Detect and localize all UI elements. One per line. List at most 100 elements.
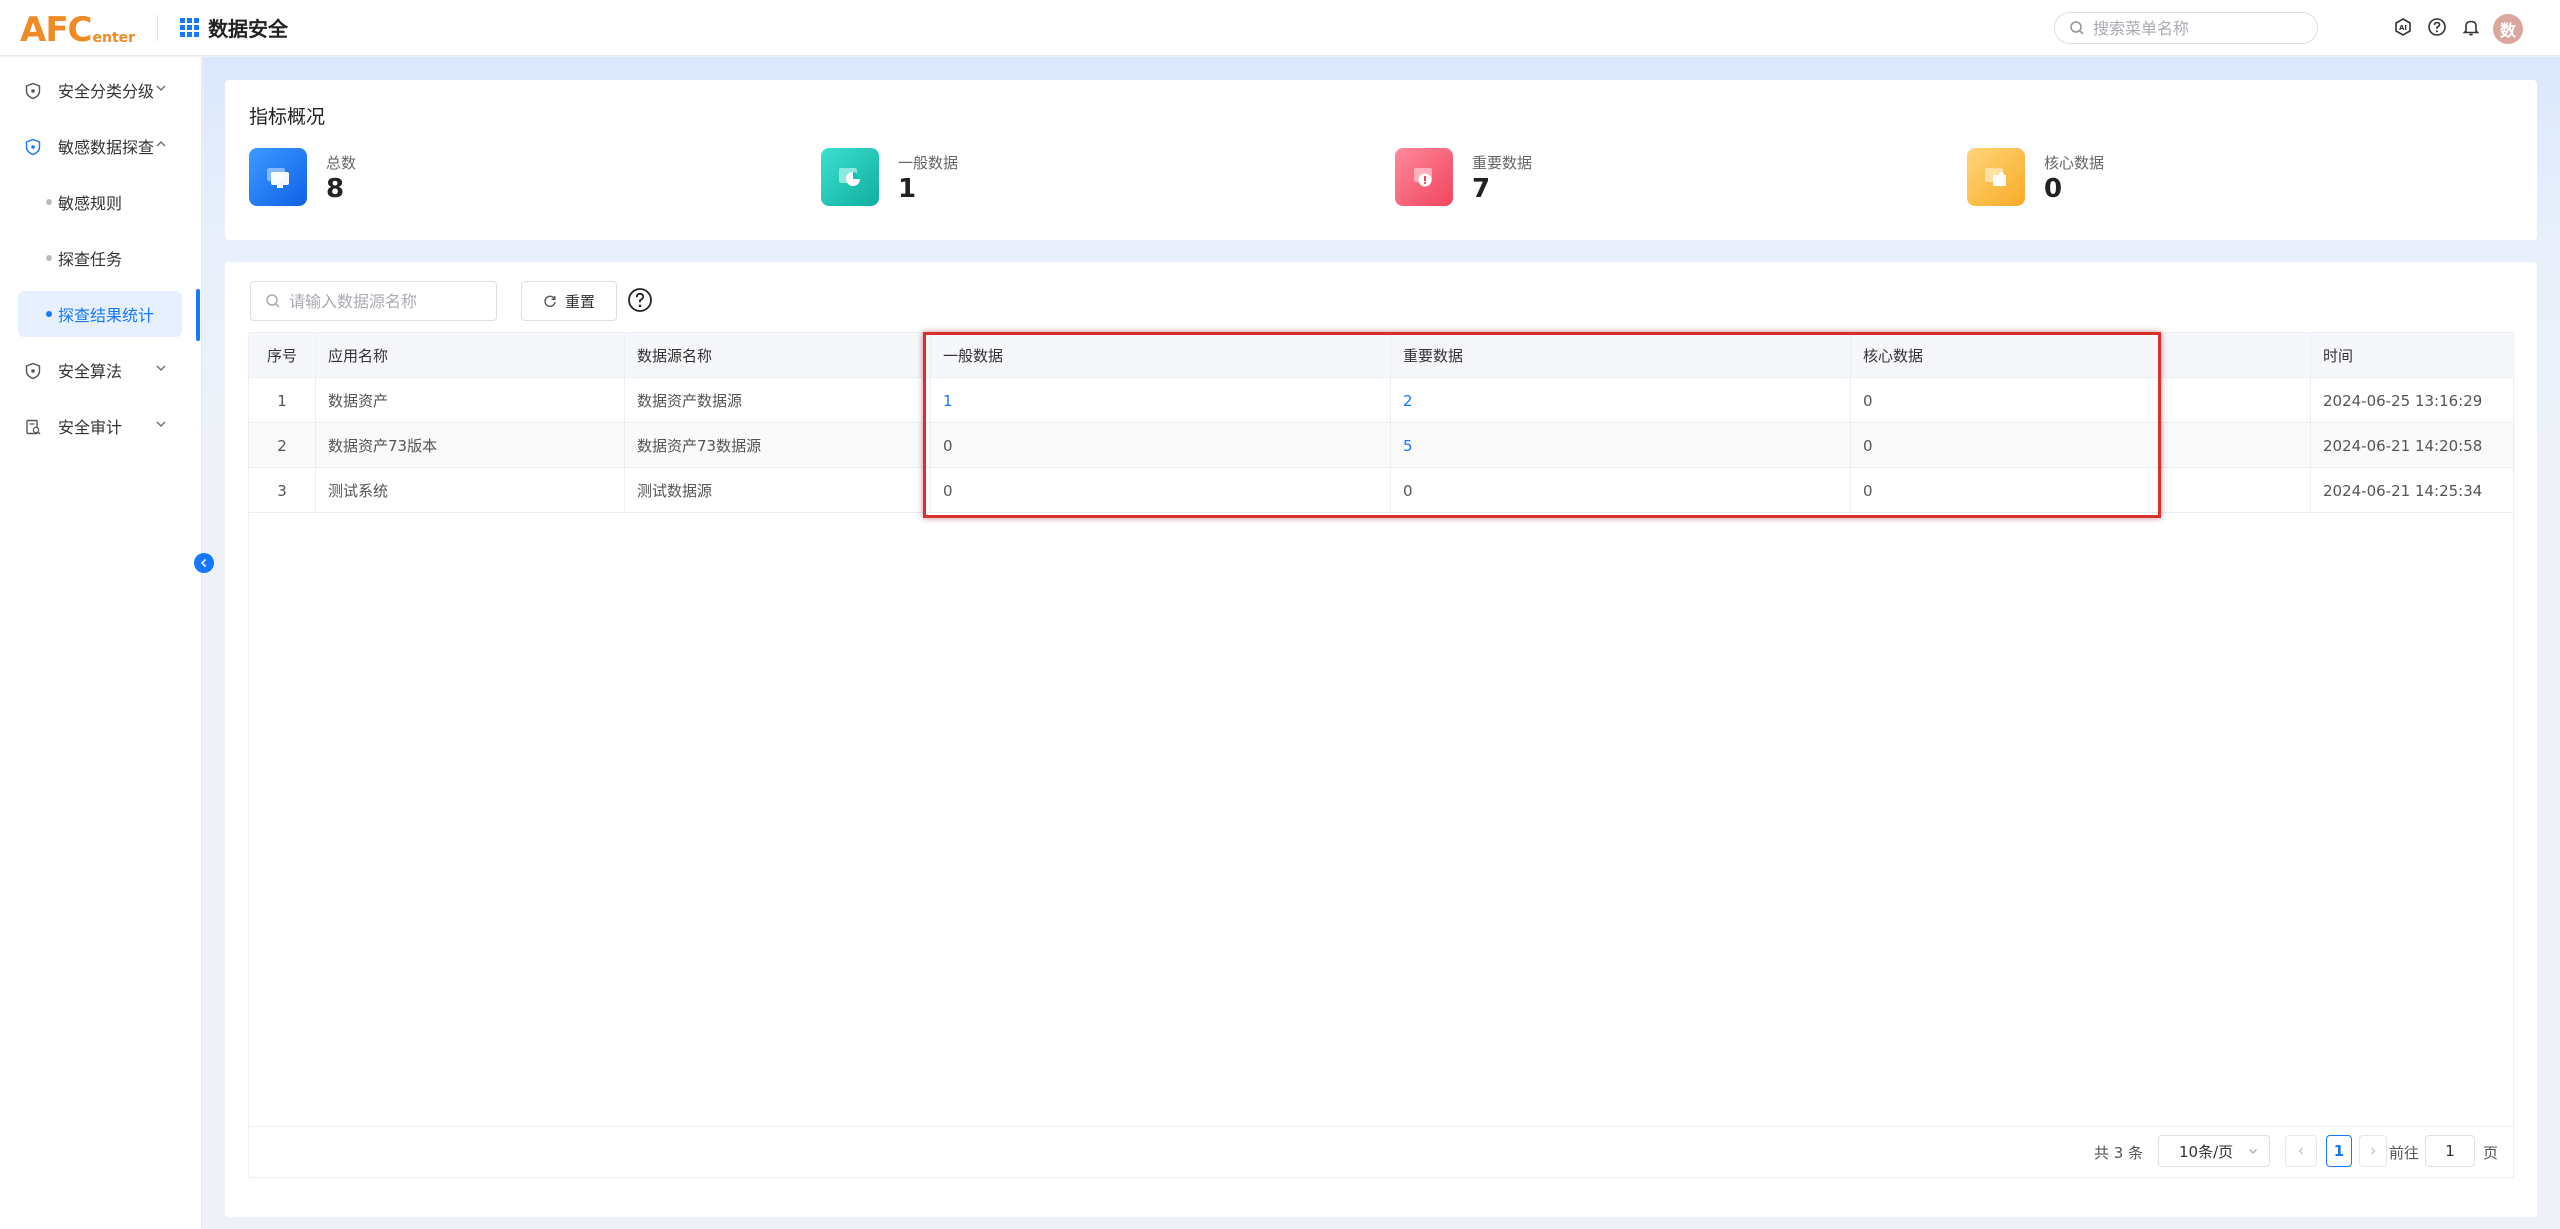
sidebar-item-label: 安全审计 (58, 418, 123, 437)
sidebar-subitem-label: 敏感规则 (58, 194, 123, 213)
logo-sub-text: enter (92, 29, 136, 46)
results-card: 重置 序号 应用名称 数据源名称 一般数据 重要数据 核心数据 时间 1 数据资… (225, 262, 2537, 1217)
sidebar-item-algorithm[interactable]: 安全算法 (0, 347, 202, 393)
audit-icon (26, 419, 41, 435)
sidebar-item-classification[interactable]: 安全分类分级 (0, 67, 202, 113)
bell-icon[interactable] (2460, 16, 2482, 38)
menu-search[interactable] (2054, 12, 2318, 44)
cell-index: 1 (249, 378, 316, 423)
bullet-dot (46, 311, 52, 317)
shield-icon (25, 362, 41, 380)
top-header: AFC enter 数据安全 AI 数 (0, 0, 2560, 56)
table-row: 1 数据资产 数据资产数据源 1 2 0 2024-06-25 13:16:29 (249, 378, 2513, 423)
table-header-row: 序号 应用名称 数据源名称 一般数据 重要数据 核心数据 时间 (249, 333, 2513, 378)
cell-app-name: 数据资产 (316, 378, 625, 423)
goto-page-input[interactable] (2425, 1135, 2475, 1167)
sidebar-item-label: 安全算法 (58, 362, 123, 381)
cell-time: 2024-06-21 14:25:34 (2323, 481, 2483, 500)
menu-search-input[interactable] (2093, 18, 2303, 38)
overview-title: 指标概况 (249, 106, 326, 128)
cell-app-name: 数据资产73版本 (316, 423, 625, 468)
sidebar-subitem-rules[interactable]: 敏感规则 (18, 179, 182, 225)
header-divider (157, 14, 159, 41)
user-avatar[interactable]: 数 (2493, 14, 2523, 44)
cell-time: 2024-06-21 14:20:58 (2323, 436, 2483, 455)
cell-important: 0 (1391, 468, 1851, 513)
shield-icon (25, 82, 41, 100)
results-table: 序号 应用名称 数据源名称 一般数据 重要数据 核心数据 时间 1 数据资产 数… (248, 332, 2514, 1178)
stat-label: 核心数据 (2044, 154, 2105, 172)
chevron-left-icon (200, 558, 207, 568)
bullet-dot (46, 199, 52, 205)
help-icon[interactable] (627, 287, 653, 313)
cell-index: 3 (249, 468, 316, 513)
sidebar-subitem-label: 探查结果统计 (58, 306, 155, 325)
cell-general-link[interactable]: 1 (931, 378, 1391, 423)
prev-page-button[interactable] (2285, 1135, 2317, 1167)
cell-datasource: 数据资产数据源 (625, 378, 931, 423)
page-label: 页 (2483, 1144, 2499, 1162)
active-indicator (196, 289, 200, 341)
afc-logo[interactable]: AFC enter (20, 8, 135, 48)
search-icon (2070, 21, 2084, 35)
bullet-dot (46, 255, 52, 261)
help-icon[interactable] (2426, 16, 2448, 38)
table-row: 3 测试系统 测试数据源 0 0 0 2024-06-21 14:25:34 (249, 468, 2513, 513)
cell-important-link[interactable]: 5 (1391, 423, 1851, 468)
overview-card: 指标概况 总数 8 一般数据 1 重要数据 7 核心数据 0 (225, 80, 2537, 240)
header-app-name: 应用名称 (316, 333, 625, 378)
chevron-down-icon (156, 365, 166, 371)
cell-app-name: 测试系统 (316, 468, 625, 513)
cell-index: 2 (249, 423, 316, 468)
reset-button[interactable]: 重置 (521, 281, 617, 321)
sidebar-item-audit[interactable]: 安全审计 (0, 403, 202, 449)
stat-label: 重要数据 (1472, 154, 1533, 172)
header-index: 序号 (249, 333, 316, 378)
header-time: 时间 (2323, 347, 2354, 365)
chevron-left-icon (2298, 1147, 2303, 1155)
alert-icon (1395, 148, 1453, 206)
datasource-filter-input[interactable] (289, 291, 489, 311)
chevron-up-icon (156, 141, 166, 147)
pie-chart-icon (821, 148, 879, 206)
header-important: 重要数据 (1391, 333, 1851, 378)
datasource-filter[interactable] (250, 281, 497, 321)
header-core: 核心数据 (1851, 333, 2311, 378)
cell-important-link[interactable]: 2 (1391, 378, 1851, 423)
page-size-value: 10条/页 (2179, 1142, 2234, 1161)
sidebar-item-label: 安全分类分级 (58, 82, 155, 101)
chevron-right-icon (2371, 1147, 2376, 1155)
pagination: 共 3 条 10条/页 1 前往 页 (249, 1126, 2513, 1177)
stat-value: 8 (326, 174, 345, 204)
svg-text:AI: AI (2399, 24, 2407, 32)
table-row: 2 数据资产73版本 数据资产73数据源 0 5 0 2024-06-21 14… (249, 423, 2513, 468)
header-general: 一般数据 (931, 333, 1391, 378)
chevron-down-icon (156, 421, 166, 427)
search-icon (266, 294, 280, 308)
reset-button-label: 重置 (564, 292, 595, 311)
cell-core: 0 (1851, 378, 2311, 423)
page-number-current[interactable]: 1 (2326, 1135, 2352, 1167)
sidebar-item-sensitive-probe[interactable]: 敏感数据探查 (0, 123, 202, 169)
sidebar-subitem-tasks[interactable]: 探查任务 (18, 235, 182, 281)
stat-value: 7 (1472, 174, 1491, 204)
chevron-down-icon (156, 85, 166, 91)
refresh-icon (544, 295, 556, 307)
pagination-total: 共 3 条 (2094, 1144, 2144, 1162)
cell-core: 0 (1851, 423, 2311, 468)
next-page-button[interactable] (2359, 1135, 2387, 1167)
cell-core: 0 (1851, 468, 2311, 513)
sidebar-subitem-result-stats[interactable]: 探查结果统计 (18, 291, 182, 337)
stat-label: 一般数据 (898, 154, 959, 172)
stat-value: 1 (898, 174, 917, 204)
header-icons: AI (2392, 16, 2482, 38)
ai-icon[interactable]: AI (2392, 16, 2414, 38)
stat-value: 0 (2044, 174, 2063, 204)
apps-grid-icon[interactable] (180, 17, 200, 38)
shield-icon (25, 138, 41, 156)
page-size-select[interactable]: 10条/页 (2158, 1135, 2270, 1167)
app-title: 数据安全 (208, 17, 289, 41)
sidebar-collapse-button[interactable] (194, 553, 214, 573)
cell-general: 0 (931, 423, 1391, 468)
cell-datasource: 测试数据源 (625, 468, 931, 513)
